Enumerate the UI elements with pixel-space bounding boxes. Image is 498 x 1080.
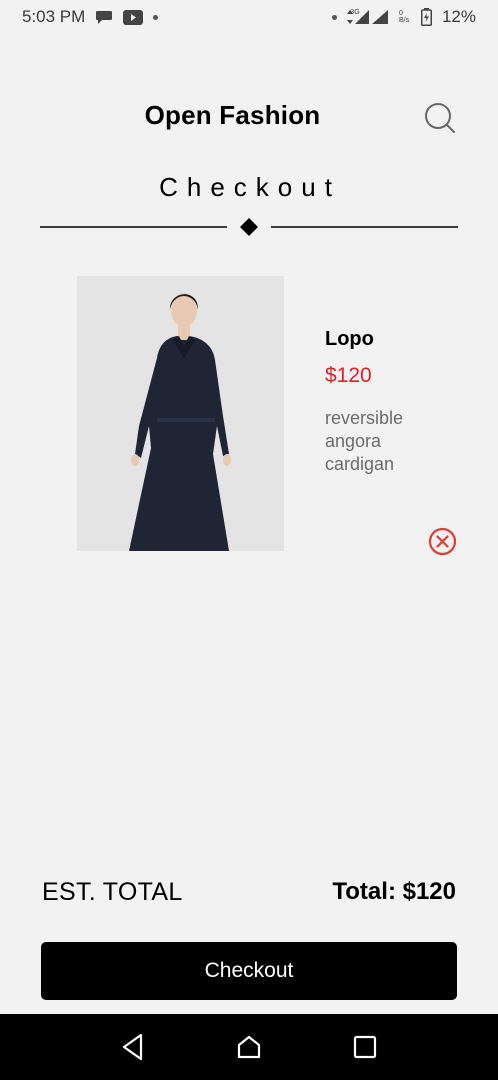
recents-button[interactable] <box>345 1027 385 1067</box>
back-icon <box>122 1033 143 1061</box>
system-nav-bar <box>0 1014 498 1080</box>
search-icon <box>425 103 455 133</box>
home-icon <box>237 1035 261 1059</box>
product-image[interactable] <box>77 276 284 551</box>
remove-item-button[interactable] <box>428 527 457 556</box>
data-rate-label: 0 B/s <box>398 10 410 24</box>
checkout-button[interactable]: Checkout <box>41 942 457 1000</box>
home-button[interactable] <box>229 1027 269 1067</box>
app-title: Open Fashion <box>144 100 321 130</box>
search-button[interactable] <box>420 98 460 138</box>
page-title: Checkout <box>159 172 341 202</box>
est-total-label: EST. TOTAL <box>42 878 183 906</box>
battery-charging-icon <box>420 8 432 26</box>
network-type-label: 3G <box>350 8 360 16</box>
back-button[interactable] <box>113 1027 153 1067</box>
status-time: 5:03 PM <box>22 7 86 26</box>
product-name: Lopo <box>325 328 374 350</box>
dot-icon <box>331 14 337 20</box>
youtube-icon <box>123 9 144 25</box>
status-right: 3G 0 B/s 12% <box>331 7 476 27</box>
title-divider <box>40 218 458 236</box>
product-price: $120 <box>325 364 372 387</box>
status-left: 5:03 PM <box>22 7 159 27</box>
recents-icon <box>353 1035 377 1059</box>
dot-icon <box>153 14 159 20</box>
status-bar: 5:03 PM 3G 0 B/s 12% <box>0 0 498 34</box>
battery-percent: 12% <box>441 7 476 26</box>
product-description: reversible angora cardigan <box>325 408 404 474</box>
remove-circle-icon <box>428 527 457 556</box>
total-value: Total: $120 <box>332 878 456 905</box>
chat-bubble-icon <box>95 9 113 25</box>
signal-icon <box>371 9 389 25</box>
